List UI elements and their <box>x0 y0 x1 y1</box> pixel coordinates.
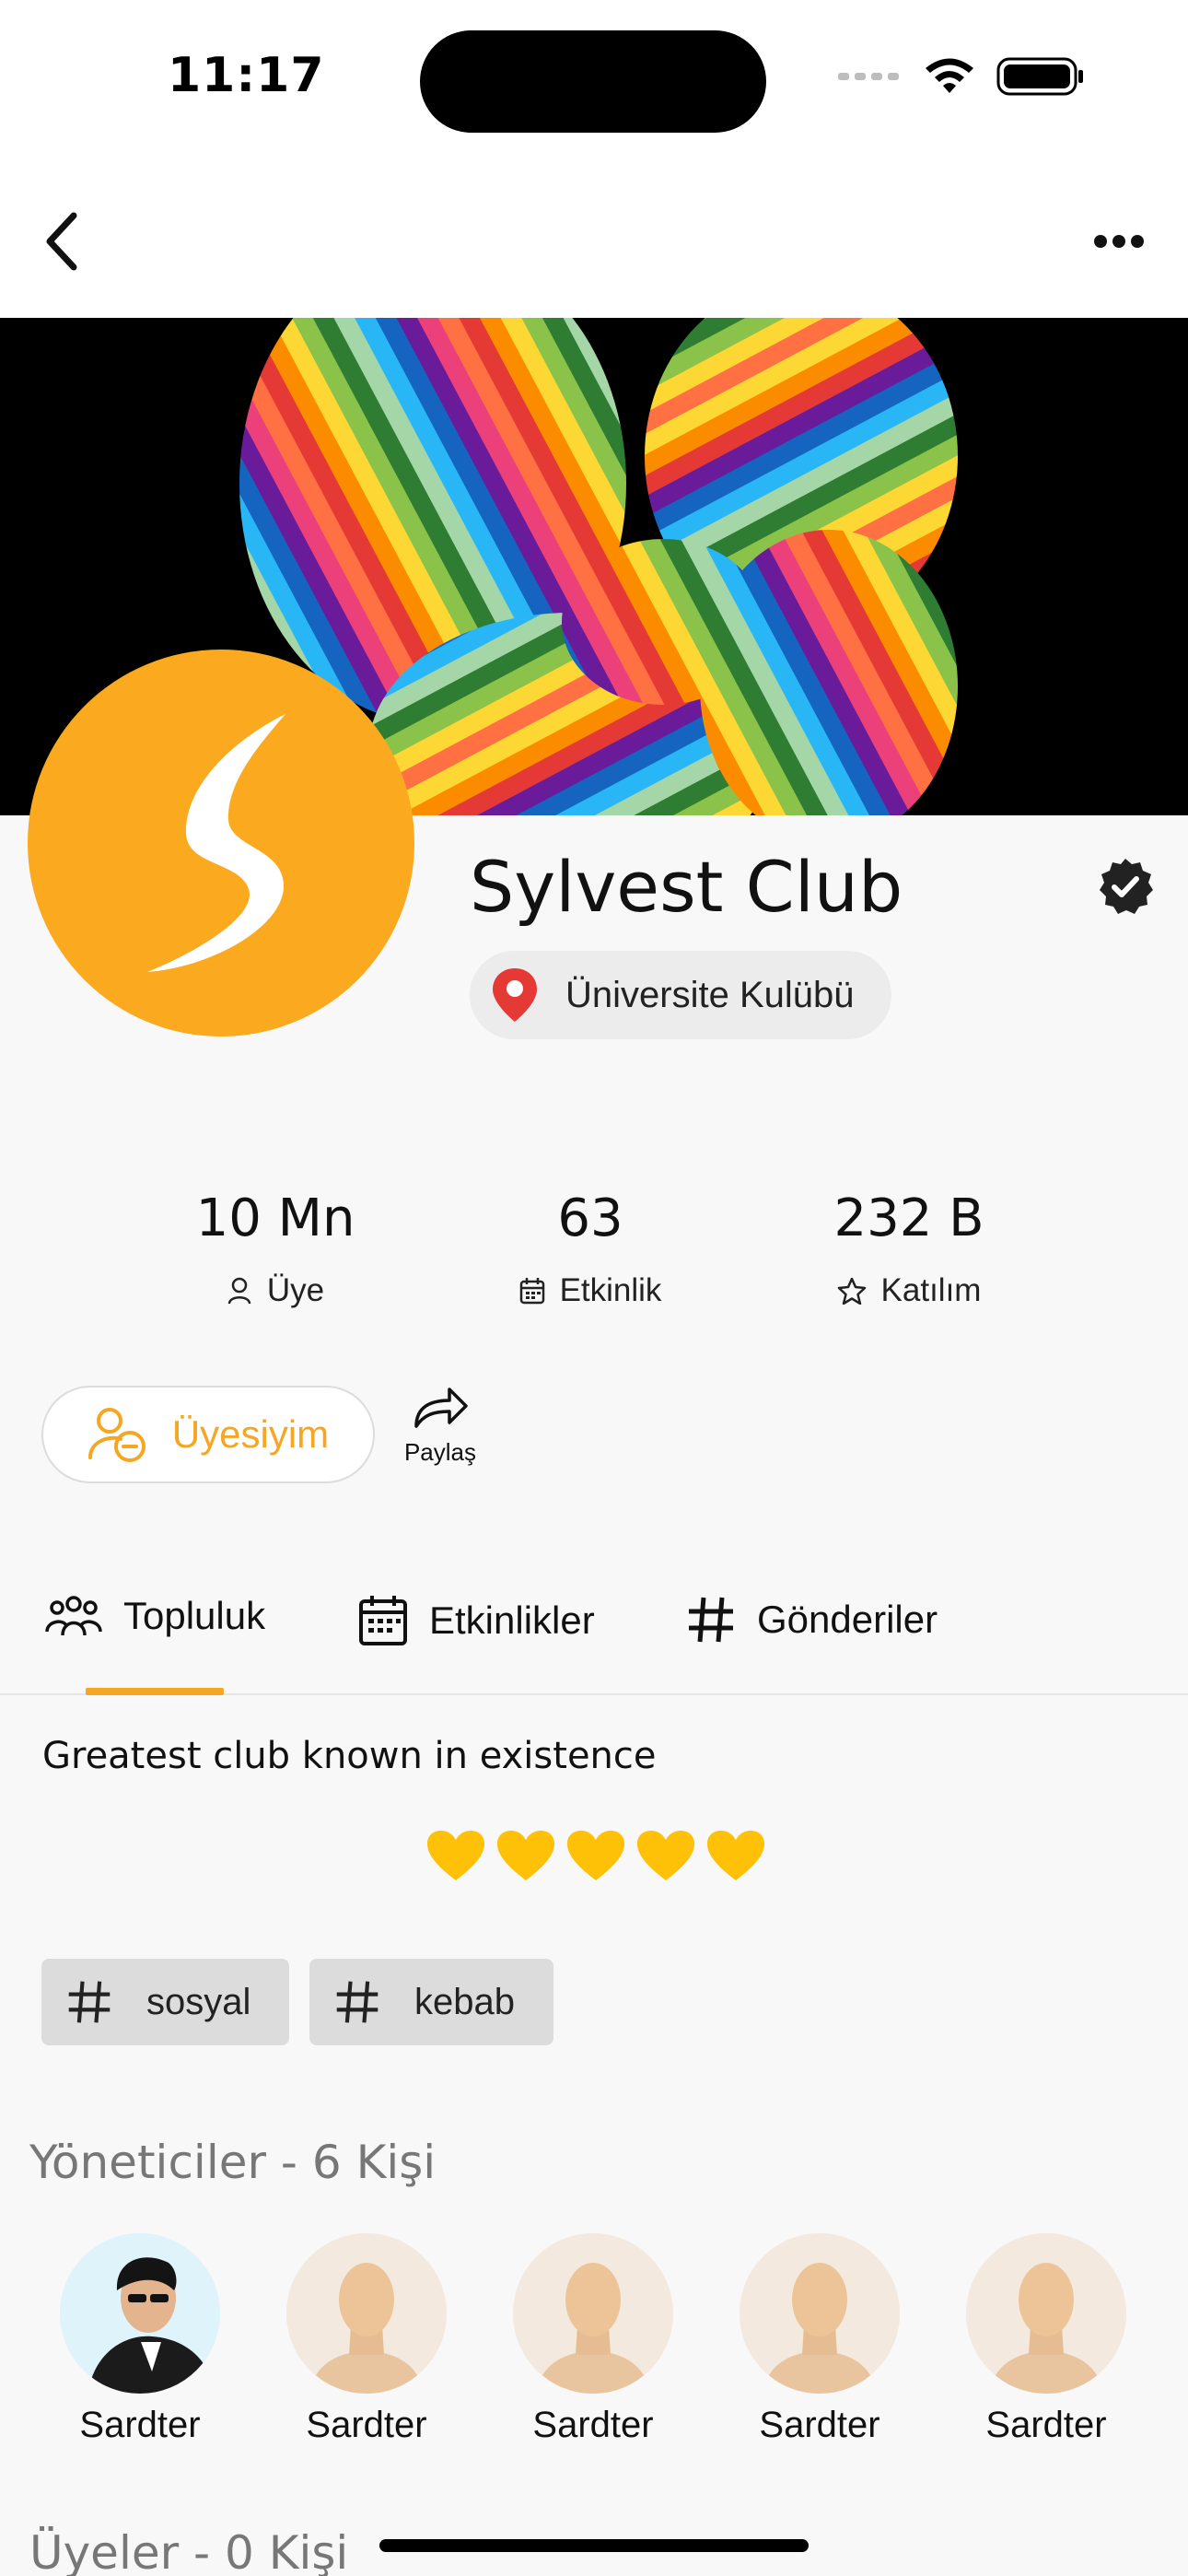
calendar-icon <box>359 1596 407 1645</box>
admin-name: Sardter <box>532 2405 654 2445</box>
verified-badge-icon <box>1100 859 1153 914</box>
stat-label: Üye <box>266 1272 325 1308</box>
tag-chip[interactable]: kebab <box>309 1959 553 2045</box>
membership-button[interactable]: Üyesiyim <box>41 1386 375 1483</box>
stat-members[interactable]: 10 Mn Üye <box>123 1188 427 1309</box>
share-arrow-icon <box>414 1388 468 1428</box>
location-pin-icon <box>493 968 537 1022</box>
person-silhouette-icon <box>513 2233 673 2394</box>
tab-community[interactable]: Topluluk <box>44 1594 265 1638</box>
share-label: Paylaş <box>403 1438 477 1466</box>
stat-events[interactable]: 63 Etkinlik <box>438 1188 742 1309</box>
heart-icon <box>497 1831 554 1880</box>
avatar <box>60 2233 220 2394</box>
heart-icon <box>707 1831 764 1880</box>
tab-label: Topluluk <box>123 1594 266 1637</box>
admin-name: Sardter <box>306 2405 427 2445</box>
admin-item[interactable]: Sardter <box>954 2233 1138 2446</box>
hashtag-icon <box>68 1981 111 2023</box>
status-icons <box>838 55 1085 98</box>
heart-icon <box>637 1831 694 1880</box>
nav-bar <box>0 157 1188 318</box>
stat-value: 10 Mn <box>195 1188 355 1248</box>
tab-label: Gönderiler <box>757 1598 938 1641</box>
more-options-button[interactable] <box>1087 221 1151 262</box>
admins-section-title: Yöneticiler - 6 Kişi <box>29 2136 437 2189</box>
person-silhouette-icon <box>740 2233 900 2394</box>
admin-item[interactable]: Sardter <box>501 2233 685 2446</box>
tab-events[interactable]: Etkinlikler <box>357 1594 595 1647</box>
membership-label: Üyesiyim <box>171 1412 330 1456</box>
status-time: 11:17 <box>168 48 325 103</box>
tag-label: sosyal <box>146 1981 251 2022</box>
heart-icon <box>567 1831 624 1880</box>
person-silhouette-icon <box>966 2233 1126 2394</box>
calendar-icon <box>519 1278 544 1305</box>
tab-posts[interactable]: Gönderiler <box>685 1594 938 1645</box>
admin-name: Sardter <box>79 2405 201 2445</box>
heart-icon <box>427 1831 484 1880</box>
status-bar: 11:17 <box>0 0 1188 157</box>
admin-name: Sardter <box>759 2405 880 2445</box>
stat-label: Etkinlik <box>559 1272 662 1308</box>
hashtag-icon <box>336 1981 379 2023</box>
avatar-placeholder <box>966 2233 1126 2394</box>
profile-photo <box>60 2233 220 2394</box>
admin-item[interactable]: Sardter <box>48 2233 232 2446</box>
verified-badge <box>1096 857 1155 916</box>
location-chip[interactable]: Üniversite Kulübü <box>470 951 891 1039</box>
avatar-placeholder <box>513 2233 673 2394</box>
tab-bar: Topluluk Etkinlikler Gönderiler <box>0 1566 1188 1695</box>
tab-label: Etkinlikler <box>429 1598 595 1642</box>
share-button[interactable]: Paylaş <box>396 1382 484 1467</box>
stat-label: Katılım <box>880 1272 982 1308</box>
star-icon <box>837 1277 866 1305</box>
avatar-placeholder <box>286 2233 447 2394</box>
active-tab-indicator <box>86 1688 224 1695</box>
battery-icon <box>996 57 1083 96</box>
stat-value: 232 B <box>833 1188 984 1248</box>
rating-hearts <box>425 1829 766 1882</box>
admin-item[interactable]: Sardter <box>728 2233 912 2446</box>
home-indicator[interactable] <box>379 2539 809 2552</box>
ellipsis-icon <box>1094 235 1144 248</box>
back-button[interactable] <box>33 205 88 278</box>
members-section-title: Üyeler - 0 Kişi <box>29 2526 349 2576</box>
club-avatar[interactable] <box>28 650 414 1036</box>
people-icon <box>45 1596 102 1636</box>
dynamic-island <box>420 30 766 133</box>
club-description: Greatest club known in existence <box>42 1735 657 1777</box>
user-remove-icon <box>87 1408 146 1462</box>
admin-item[interactable]: Sardter <box>274 2233 459 2446</box>
person-icon <box>227 1277 251 1305</box>
tag-chip[interactable]: sosyal <box>41 1959 290 2045</box>
chevron-left-icon <box>46 212 77 271</box>
location-label: Üniversite Kulübü <box>565 974 855 1015</box>
club-logo-icon <box>147 714 285 972</box>
cellular-signal-icon <box>838 73 899 80</box>
club-name: Sylvest Club <box>470 846 903 928</box>
admin-name: Sardter <box>985 2405 1107 2445</box>
stat-participation[interactable]: 232 B Katılım <box>757 1188 1061 1309</box>
wifi-icon <box>926 58 973 93</box>
avatar-placeholder <box>740 2233 900 2394</box>
hashtag-icon <box>689 1597 733 1643</box>
person-silhouette-icon <box>286 2233 447 2394</box>
tag-label: kebab <box>414 1981 515 2022</box>
stat-value: 63 <box>557 1188 623 1248</box>
